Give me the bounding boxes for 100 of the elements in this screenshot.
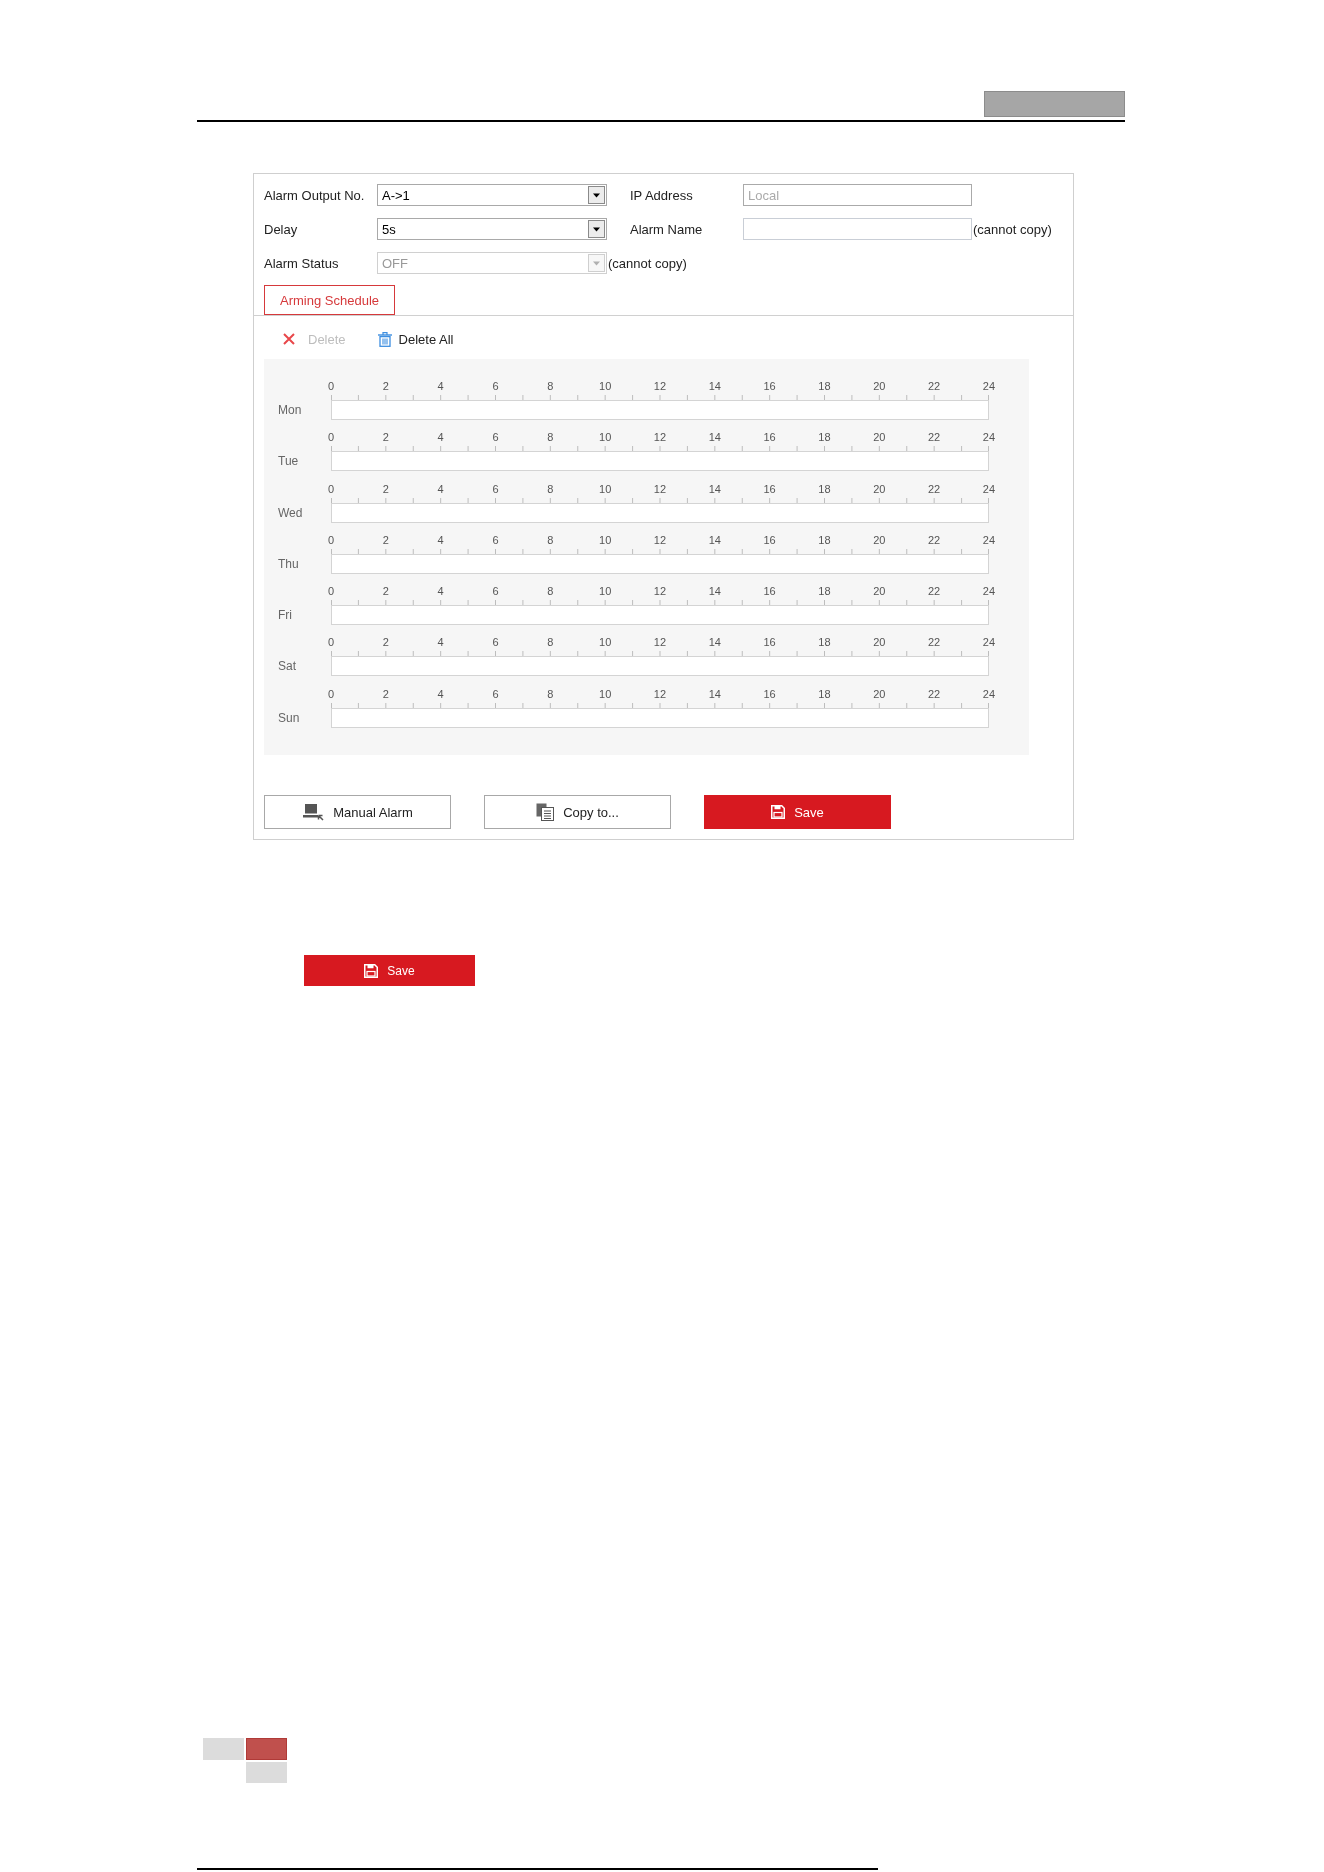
hour-label: 10 — [598, 686, 613, 702]
delete-all-button[interactable]: Delete All — [377, 331, 454, 347]
hour-label: 14 — [707, 635, 722, 651]
caret-icon — [588, 220, 605, 238]
hour-label: 4 — [436, 686, 445, 702]
hour-label: 2 — [381, 635, 390, 651]
hour-label: 18 — [817, 635, 832, 651]
hour-label: 22 — [927, 481, 942, 497]
hour-label: 8 — [546, 481, 555, 497]
hour-label: 0 — [326, 584, 336, 600]
hour-label: 10 — [598, 584, 613, 600]
schedule-bar[interactable] — [331, 400, 989, 420]
hour-label: 22 — [927, 686, 942, 702]
dropdown[interactable]: 5s — [377, 218, 607, 240]
hour-label: 14 — [707, 481, 722, 497]
schedule-bar[interactable] — [331, 656, 989, 677]
hour-label: 20 — [872, 379, 887, 394]
hour-label: 10 — [598, 379, 613, 394]
hour-label: 12 — [652, 481, 668, 497]
hour-label: 0 — [326, 686, 336, 702]
hour-label: 24 — [981, 635, 997, 651]
hour-label: 12 — [652, 379, 668, 394]
dropdown[interactable]: A->1 — [377, 184, 607, 206]
hour-label: 8 — [546, 686, 555, 702]
day-label: Sat — [278, 659, 297, 674]
hour-label: 12 — [652, 686, 668, 702]
hour-label: 16 — [762, 379, 777, 394]
schedule-bar[interactable] — [331, 451, 989, 472]
hour-label: 2 — [381, 532, 390, 548]
hour-label: 18 — [817, 430, 832, 446]
hour-label: 22 — [927, 532, 942, 548]
hour-label: 8 — [546, 430, 555, 446]
day-label: Tue — [278, 454, 300, 469]
hour-label: 24 — [981, 379, 997, 394]
text-field[interactable] — [743, 218, 972, 240]
hour-label: 8 — [546, 635, 555, 651]
hour-label: 14 — [707, 532, 722, 548]
field-label: Delay — [264, 221, 299, 237]
field-note: (cannot copy) — [972, 221, 1052, 237]
hour-label: 8 — [546, 379, 555, 394]
hour-label: 4 — [436, 584, 445, 600]
field-label: Alarm Status — [264, 255, 340, 271]
hour-label: 20 — [872, 635, 887, 651]
hour-label: 14 — [707, 430, 722, 446]
hour-label: 14 — [707, 379, 722, 394]
hour-label: 6 — [491, 532, 500, 548]
save-button[interactable]: Save — [304, 955, 475, 986]
hour-label: 0 — [326, 635, 336, 651]
tab[interactable]: Arming Schedule — [264, 285, 395, 315]
day-label: Mon — [278, 403, 303, 417]
hour-label: 24 — [981, 584, 997, 600]
hour-label: 12 — [652, 532, 668, 548]
hour-label: 6 — [491, 635, 500, 651]
save-icon — [364, 963, 379, 978]
footer-block — [246, 1762, 287, 1783]
hour-label: 18 — [817, 532, 832, 548]
hour-label: 14 — [707, 584, 722, 600]
hour-label: 16 — [762, 584, 777, 600]
hour-label: 6 — [491, 430, 500, 446]
hour-label: 0 — [326, 532, 336, 548]
manual-alarm-button[interactable]: Manual Alarm — [264, 795, 451, 829]
hour-label: 4 — [436, 635, 445, 651]
hour-label: 4 — [436, 532, 445, 548]
hour-label: 20 — [872, 686, 887, 702]
hour-label: 10 — [598, 481, 613, 497]
hour-label: 6 — [491, 686, 500, 702]
hour-label: 20 — [872, 430, 887, 446]
hour-label: 10 — [598, 430, 613, 446]
cross-icon — [283, 333, 295, 345]
hour-label: 2 — [381, 686, 390, 702]
hour-label: 24 — [981, 532, 997, 548]
copy-to-button[interactable]: Copy to... — [484, 795, 671, 829]
hour-label: 12 — [652, 584, 668, 600]
hour-label: 8 — [546, 584, 555, 600]
hour-label: 20 — [872, 584, 887, 600]
hour-label: 0 — [326, 379, 336, 394]
hour-label: 18 — [817, 584, 832, 600]
field-label: IP Address — [630, 187, 694, 203]
hour-label: 0 — [326, 481, 336, 497]
save-button[interactable]: Save — [704, 795, 891, 829]
hour-label: 16 — [762, 532, 777, 548]
hour-label: 0 — [326, 430, 336, 446]
hour-label: 16 — [762, 686, 777, 702]
hour-label: 22 — [927, 379, 942, 394]
schedule-bar[interactable] — [331, 502, 989, 523]
hour-label: 10 — [598, 532, 613, 548]
caret-icon — [588, 254, 605, 272]
schedule-bar[interactable] — [331, 605, 989, 626]
hour-label: 18 — [817, 481, 832, 497]
schedule-bar[interactable] — [331, 707, 989, 728]
footer-block — [203, 1738, 244, 1760]
copy-icon — [536, 803, 555, 821]
schedule-bar[interactable] — [331, 553, 989, 574]
field-label: Alarm Output No. — [264, 187, 366, 203]
day-label: Thu — [278, 556, 300, 571]
field-label: Alarm Name — [630, 221, 704, 237]
hour-label: 22 — [927, 635, 942, 651]
trash-icon — [377, 331, 392, 347]
day-label: Fri — [278, 608, 293, 623]
day-label: Sun — [278, 710, 301, 725]
